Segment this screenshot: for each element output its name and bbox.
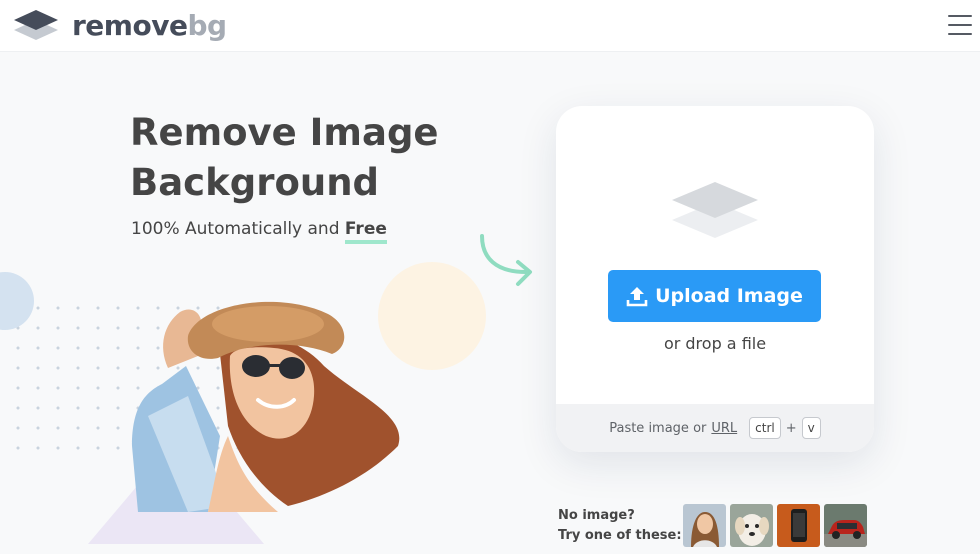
hero-title: Remove Image Background [130,111,439,204]
hamburger-menu-icon[interactable] [944,10,974,40]
car-thumbnail[interactable] [824,504,867,547]
upload-icon [626,287,648,307]
ctrl-key: ctrl [749,417,781,439]
phone-thumbnail[interactable] [777,504,820,547]
subtitle-highlight-free: Free [344,219,387,244]
upload-button-label: Upload Image [655,285,803,307]
woman-thumbnail[interactable] [683,504,726,547]
curved-arrow-icon [480,234,532,286]
plus-sign: + [785,420,797,436]
drop-file-text: or drop a file [663,334,767,353]
upload-card[interactable]: Upload Image or drop a file Paste image … [556,106,874,452]
v-key: v [801,417,821,439]
url-link[interactable]: URL [711,421,737,436]
logo-word-bg: bg [187,9,227,42]
paste-hint-bar: Paste image or URL ctrl + v [556,404,874,452]
paste-text: Paste image or [609,420,707,436]
no-image-label: No image? [558,508,635,523]
removebg-logo[interactable]: removebg [12,4,227,48]
logo-word-remove: remove [72,9,188,42]
logo-text: removebg [72,12,227,40]
sample-prompt: No image? Try one of these: [558,506,682,546]
stacked-layers-icon [12,6,60,46]
try-these-label: Try one of these: [558,528,682,543]
subtitle-prefix: 100% Automatically and [131,219,345,239]
top-header: removebg [0,0,980,52]
hero-subtitle: 100% Automatically and Free [131,219,387,244]
hero-woman-image [132,301,400,512]
dog-thumbnail[interactable] [730,504,773,547]
layers-icon [672,182,758,238]
upload-image-button[interactable]: Upload Image [608,270,821,322]
